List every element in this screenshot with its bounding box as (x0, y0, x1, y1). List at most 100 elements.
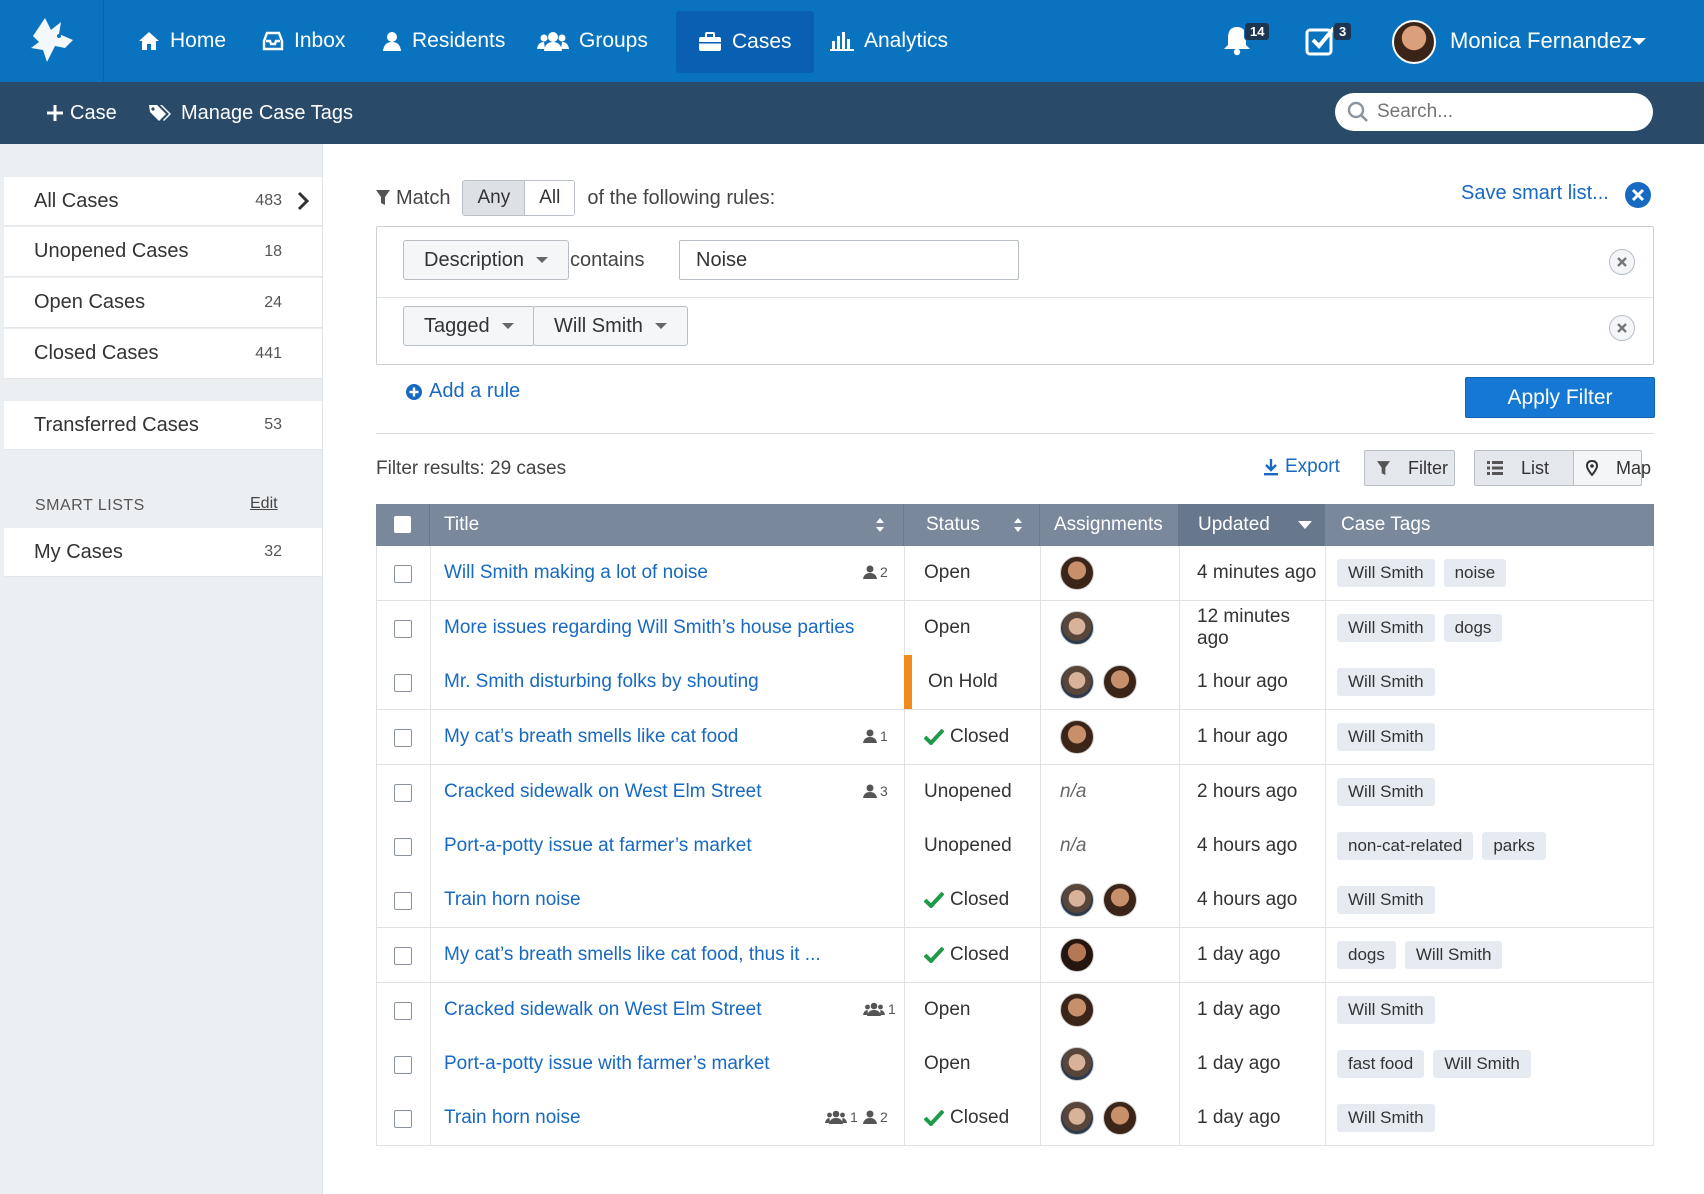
list-view-button[interactable]: List (1475, 451, 1575, 485)
assignee-avatar[interactable] (1103, 665, 1137, 699)
table-row[interactable]: Cracked sidewalk on West Elm Street 3 Unop… (376, 765, 1654, 820)
tasks-button[interactable]: 3 (1305, 22, 1353, 61)
rule2-value-dropdown[interactable]: Will Smith (533, 306, 688, 346)
nav-home[interactable]: Home (138, 0, 226, 82)
new-case-button[interactable]: Case (46, 82, 117, 144)
case-tag[interactable]: dogs (1443, 614, 1503, 642)
nav-groups[interactable]: Groups (537, 0, 648, 82)
table-row[interactable]: Train horn noise Closed 4 hours ago Will Sm… (376, 873, 1654, 928)
manage-case-tags-button[interactable]: Manage Case Tags (148, 82, 353, 144)
case-tag[interactable]: parks (1482, 832, 1546, 860)
rule2-field-dropdown[interactable]: Tagged (403, 306, 535, 346)
case-tag[interactable]: non-cat-related (1337, 832, 1474, 860)
row-checkbox[interactable] (394, 673, 412, 692)
case-tag[interactable]: dogs (1337, 941, 1396, 969)
row-checkbox[interactable] (394, 619, 412, 638)
assignee-avatar[interactable] (1060, 665, 1094, 699)
case-tag[interactable]: Will Smith (1433, 1050, 1531, 1078)
assignee-avatar[interactable] (1060, 883, 1094, 917)
assignee-avatar[interactable] (1060, 1101, 1094, 1135)
case-title-link[interactable]: More issues regarding Will Smith’s house… (444, 617, 854, 639)
user-name[interactable]: Monica Fernandez (1450, 28, 1632, 54)
search-input[interactable] (1377, 101, 1637, 123)
sidebar-item-closed-cases[interactable]: Closed Cases 441 (4, 329, 322, 379)
add-rule-link[interactable]: Add a rule (405, 380, 520, 403)
column-status[interactable]: Status (903, 504, 1039, 546)
case-tag[interactable]: Will Smith (1337, 886, 1435, 914)
row-checkbox[interactable] (394, 783, 412, 802)
user-menu-caret-icon[interactable] (1632, 38, 1646, 45)
case-title-link[interactable]: Train horn noise (444, 1107, 581, 1129)
nav-cases[interactable]: Cases (676, 11, 814, 73)
case-tag[interactable]: noise (1443, 559, 1507, 587)
row-checkbox[interactable] (394, 1109, 412, 1128)
case-title-link[interactable]: My cat’s breath smells like cat food (444, 726, 738, 748)
apply-filter-button[interactable]: Apply Filter (1465, 377, 1655, 418)
remove-rule1-button[interactable] (1609, 249, 1635, 275)
case-tag[interactable]: Will Smith (1337, 614, 1435, 642)
case-title-link[interactable]: Port-a-potty issue with farmer’s market (444, 1053, 770, 1075)
assignee-avatar[interactable] (1060, 611, 1094, 645)
app-logo[interactable] (0, 0, 104, 82)
sidebar-item-open-cases[interactable]: Open Cases 24 (4, 278, 322, 328)
column-updated[interactable]: Updated (1178, 504, 1324, 546)
close-filter-button[interactable] (1625, 182, 1651, 208)
case-tag[interactable]: Will Smith (1337, 723, 1435, 751)
case-title-link[interactable]: My cat’s breath smells like cat food, th… (444, 944, 821, 966)
assignee-avatar[interactable] (1103, 883, 1137, 917)
column-title[interactable]: Title (429, 504, 903, 546)
case-tag[interactable]: Will Smith (1337, 559, 1435, 587)
row-checkbox[interactable] (394, 564, 412, 583)
table-row[interactable]: More issues regarding Will Smith’s house… (376, 601, 1654, 656)
row-checkbox[interactable] (394, 1055, 412, 1074)
case-title-link[interactable]: Cracked sidewalk on West Elm Street (444, 781, 762, 803)
sidebar-item-transferred-cases[interactable]: Transferred Cases 53 (4, 401, 322, 450)
table-row[interactable]: My cat’s breath smells like cat food, th… (376, 928, 1654, 983)
table-row[interactable]: Cracked sidewalk on West Elm Street 1 Open… (376, 983, 1654, 1038)
table-row[interactable]: Will Smith making a lot of noise 2 Open 4 m… (376, 546, 1654, 601)
case-tag[interactable]: Will Smith (1337, 778, 1435, 806)
sidebar-item-my-cases[interactable]: My Cases 32 (4, 528, 322, 577)
search-box[interactable] (1335, 93, 1653, 131)
smart-lists-edit-link[interactable]: Edit (250, 495, 278, 513)
case-tag[interactable]: fast food (1337, 1050, 1425, 1078)
sidebar-item-unopened-cases[interactable]: Unopened Cases 18 (4, 227, 322, 277)
case-title-link[interactable]: Mr. Smith disturbing folks by shouting (444, 671, 759, 693)
match-any-option[interactable]: Any (463, 181, 526, 215)
select-all-checkbox[interactable] (394, 516, 411, 533)
case-title-link[interactable]: Will Smith making a lot of noise (444, 562, 708, 584)
assignee-avatar[interactable] (1060, 938, 1094, 972)
case-title-link[interactable]: Port-a-potty issue at farmer’s market (444, 835, 752, 857)
case-title-link[interactable]: Cracked sidewalk on West Elm Street (444, 999, 762, 1021)
notifications-button[interactable]: 14 (1222, 22, 1271, 61)
table-row[interactable]: Train horn noise 2 1 Closed 1 day ago Will Sm… (376, 1091, 1654, 1146)
assignee-avatar[interactable] (1060, 1047, 1094, 1081)
row-checkbox[interactable] (394, 837, 412, 856)
assignee-avatar[interactable] (1060, 720, 1094, 754)
remove-rule2-button[interactable] (1609, 315, 1635, 341)
table-row[interactable]: Port-a-potty issue with farmer’s market O… (376, 1037, 1654, 1092)
nav-residents[interactable]: Residents (382, 0, 505, 82)
assignee-avatar[interactable] (1103, 1101, 1137, 1135)
case-tag[interactable]: Will Smith (1404, 941, 1503, 969)
user-avatar[interactable] (1392, 20, 1436, 64)
nav-inbox[interactable]: Inbox (262, 0, 345, 82)
table-row[interactable]: My cat’s breath smells like cat food 1 Clo… (376, 710, 1654, 765)
row-checkbox[interactable] (394, 891, 412, 910)
case-tag[interactable]: Will Smith (1337, 668, 1435, 696)
rule1-value-input[interactable] (679, 240, 1019, 280)
filter-toggle-button[interactable]: Filter (1364, 450, 1455, 486)
map-view-button[interactable]: Map (1574, 451, 1675, 485)
row-checkbox[interactable] (394, 946, 412, 965)
table-row[interactable]: Port-a-potty issue at farmer’s market Uno… (376, 819, 1654, 874)
case-tag[interactable]: Will Smith (1337, 996, 1435, 1024)
row-checkbox[interactable] (394, 1001, 412, 1020)
export-link[interactable]: Export (1263, 456, 1340, 478)
match-all-option[interactable]: All (525, 181, 575, 215)
sidebar-item-all-cases[interactable]: All Cases 483 (4, 177, 322, 226)
table-row[interactable]: Mr. Smith disturbing folks by shouting On… (376, 655, 1654, 710)
case-title-link[interactable]: Train horn noise (444, 889, 581, 911)
save-smart-list-link[interactable]: Save smart list... (1461, 182, 1609, 205)
case-tag[interactable]: Will Smith (1337, 1104, 1435, 1132)
assignee-avatar[interactable] (1060, 556, 1094, 590)
